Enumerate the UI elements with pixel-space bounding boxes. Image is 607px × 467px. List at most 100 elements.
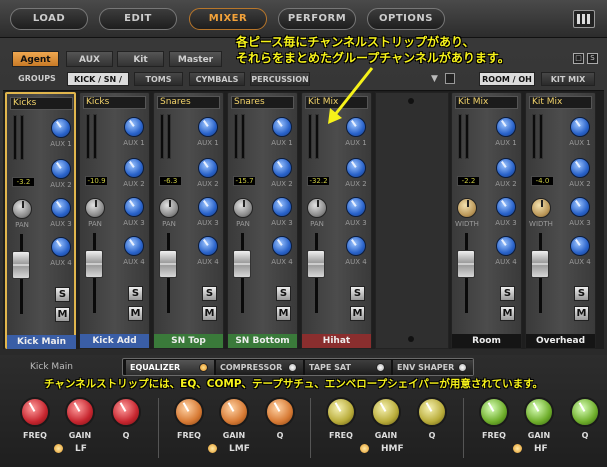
solo-button[interactable]: S [350,286,365,301]
pan-knob[interactable] [159,198,179,218]
solo-button[interactable]: S [574,286,589,301]
fx-compressor-button[interactable]: COMPRESSOR [216,360,303,375]
channel-strip[interactable]: Kit Mix -4.0 AUX 1 AUX 2 AUX 3 AUX 4 WIDTH S M Ov… [525,92,596,349]
aux-send-knob[interactable] [496,236,516,256]
group-kick-sn-hh[interactable]: KICK / SN / HH [67,72,129,98]
channel-strip[interactable]: Kit Mix -2.2 AUX 1 AUX 2 AUX 3 AUX 4 WIDTH S M Ro… [451,92,522,349]
aux-send-knob[interactable] [124,117,144,137]
keyboard-icon[interactable] [573,10,595,28]
eq-red-knob[interactable] [65,397,95,427]
group-room-oh[interactable]: ROOM / OH [479,72,535,86]
aux-send-knob[interactable] [124,158,144,178]
pan-knob[interactable] [233,198,253,218]
eq-green-knob[interactable] [524,397,554,427]
aux-send-knob[interactable] [496,158,516,178]
aux-send-knob[interactable] [570,158,590,178]
tab-kit[interactable]: Kit [117,51,164,67]
channel-strip[interactable]: Snares -6.3 AUX 1 AUX 2 AUX 3 AUX 4 PAN S M SN To… [153,92,224,349]
band-enable-led[interactable] [359,443,370,454]
nav-mixer-button[interactable]: MIXER [189,8,267,30]
eq-yellow-knob[interactable] [326,397,356,427]
aux-send-knob[interactable] [198,158,218,178]
channel-strip[interactable]: Snares -15.7 AUX 1 AUX 2 AUX 3 AUX 4 PAN S M SN B… [227,92,298,349]
strip-footer-label[interactable]: SN Bottom [228,334,297,348]
volume-fader[interactable] [159,250,177,278]
volume-fader[interactable] [457,250,475,278]
eq-red-knob[interactable] [111,397,141,427]
solo-toggle-icon[interactable]: S [587,53,598,64]
aux-send-knob[interactable] [51,159,71,179]
aux-send-knob[interactable] [570,117,590,137]
dropdown-arrow-icon[interactable]: ▼ [431,74,438,84]
aux-send-knob[interactable] [51,237,71,257]
pan-knob[interactable] [307,198,327,218]
pan-knob[interactable] [457,198,477,218]
volume-fader[interactable] [12,251,30,279]
band-enable-led[interactable] [207,443,218,454]
channel-strip[interactable]: Kit Mix -32.2 AUX 1 AUX 2 AUX 3 AUX 4 PAN S M Hih… [301,92,372,349]
pan-knob[interactable] [531,198,551,218]
channel-strip[interactable]: Kicks -10.9 AUX 1 AUX 2 AUX 3 AUX 4 PAN S M Kick … [79,92,150,349]
aux-send-knob[interactable] [570,197,590,217]
mute-button[interactable]: M [55,307,70,322]
band-enable-led[interactable] [512,443,523,454]
pan-knob[interactable] [85,198,105,218]
save-icon[interactable] [445,73,455,84]
eq-green-knob[interactable] [570,397,600,427]
strip-footer-label[interactable]: Hihat [302,334,371,348]
group-percussion[interactable]: PERCUSSION [250,72,310,86]
solo-button[interactable]: S [276,286,291,301]
band-enable-led[interactable] [53,443,64,454]
aux-send-knob[interactable] [272,117,292,137]
aux-send-knob[interactable] [124,236,144,256]
window-toggle-icon[interactable]: □ [573,53,584,64]
nav-options-button[interactable]: OPTIONS [367,8,445,30]
solo-button[interactable]: S [202,286,217,301]
aux-send-knob[interactable] [198,236,218,256]
mute-button[interactable]: M [128,306,143,321]
channel-strip[interactable]: Kicks -3.2 AUX 1 AUX 2 AUX 3 AUX 4 PAN S M Kick M… [5,92,76,349]
eq-green-knob[interactable] [479,397,509,427]
pan-knob[interactable] [12,199,32,219]
aux-send-knob[interactable] [124,197,144,217]
nav-perform-button[interactable]: PERFORM [278,8,356,30]
aux-send-knob[interactable] [272,197,292,217]
tab-agent[interactable]: Agent [12,51,59,67]
volume-fader[interactable] [531,250,549,278]
group-kit-mix[interactable]: KIT MIX [541,72,595,86]
strip-footer-label[interactable]: Kick Main [7,335,76,349]
aux-send-knob[interactable] [51,118,71,138]
strip-footer-label[interactable]: SN Top [154,334,223,348]
group-cymbals[interactable]: CYMBALS [189,72,245,86]
nav-load-button[interactable]: LOAD [10,8,88,30]
eq-orange-knob[interactable] [265,397,295,427]
volume-fader[interactable] [307,250,325,278]
aux-send-knob[interactable] [198,197,218,217]
fx-equalizer-button[interactable]: EQUALIZER [126,360,214,375]
aux-send-knob[interactable] [346,197,366,217]
aux-send-knob[interactable] [570,236,590,256]
strip-footer-label[interactable]: Room [452,334,521,348]
tab-master[interactable]: Master [169,51,222,67]
aux-send-knob[interactable] [272,158,292,178]
eq-yellow-knob[interactable] [371,397,401,427]
tab-aux[interactable]: AUX [66,51,113,67]
aux-send-knob[interactable] [272,236,292,256]
mute-button[interactable]: M [276,306,291,321]
aux-send-knob[interactable] [496,117,516,137]
eq-orange-knob[interactable] [219,397,249,427]
eq-yellow-knob[interactable] [417,397,447,427]
volume-fader[interactable] [233,250,251,278]
strip-footer-label[interactable]: Overhead [526,334,595,348]
aux-send-knob[interactable] [496,197,516,217]
solo-button[interactable]: S [128,286,143,301]
strip-footer-label[interactable]: Kick Add [80,334,149,348]
fx-tape-sat-button[interactable]: TAPE SAT [305,360,391,375]
group-toms[interactable]: TOMS [134,72,183,86]
mute-button[interactable]: M [574,306,589,321]
eq-orange-knob[interactable] [174,397,204,427]
aux-send-knob[interactable] [51,198,71,218]
mute-button[interactable]: M [350,306,365,321]
mute-button[interactable]: M [202,306,217,321]
aux-send-knob[interactable] [198,117,218,137]
